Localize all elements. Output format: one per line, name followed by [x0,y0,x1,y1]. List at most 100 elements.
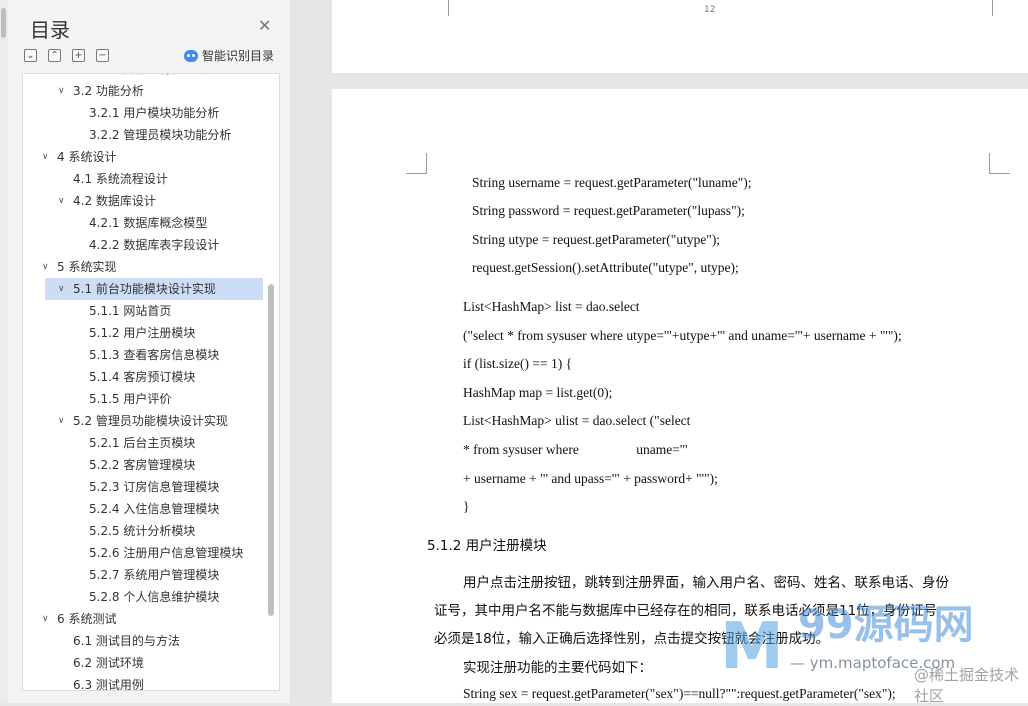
remove-heading-button[interactable]: − [96,49,109,62]
toc-item-label: 3.2.2 管理员模块功能分析 [89,128,232,142]
toc-item[interactable]: 5.1.2 用户注册模块 [23,322,263,344]
chevron-down-icon[interactable]: ∨ [42,608,49,630]
toc-item-label: 6 系统测试 [57,612,117,626]
toc-item-label: 3.1.4 操作可行性分析 [89,74,207,80]
code-intro: 实现注册功能的主要代码如下： [463,660,652,676]
toc-item[interactable]: 5.2.2 客房管理模块 [23,454,263,476]
code-line: HashMap map = list.get(0); [463,385,613,400]
code-line: String utype = request.getParameter("uty… [472,232,721,247]
toc-item[interactable]: 5.2.6 注册用户信息管理模块 [23,542,263,564]
toc-item[interactable]: 3.2.2 管理员模块功能分析 [23,124,263,146]
toc-item[interactable]: ∨ 4.2 数据库设计 [23,190,263,212]
code-line: String username = request.getParameter("… [472,175,752,190]
strip-handle[interactable] [1,8,6,38]
toc-title: 目录 [30,18,70,42]
toc-item-label: 4 系统设计 [57,150,117,164]
toc-item[interactable]: 5.2.5 统计分析模块 [23,520,263,542]
toc-item[interactable]: 4.2.2 数据库表字段设计 [23,234,263,256]
toc-item-label: 5.2.8 个人信息维护模块 [89,590,220,604]
margin-mark [992,0,1013,16]
toc-item-label: 5.1.1 网站首页 [89,304,172,318]
toc-item-label: 5.2.6 注册用户信息管理模块 [89,546,244,560]
toc-item-label: 5.2.7 系统用户管理模块 [89,568,220,582]
toc-item[interactable]: 5.2.8 个人信息维护模块 [23,586,263,608]
paragraph-line: 必须是18位，输入正确后选择性别，点击提交按钮就会注册成功。 [434,631,830,647]
toc-item[interactable]: 5.2.1 后台主页模块 [23,432,263,454]
chevron-down-icon[interactable]: ∨ [58,80,65,102]
margin-mark [428,0,449,16]
toc-item[interactable]: 3.2.1 用户模块功能分析 [23,102,263,124]
toc-item[interactable]: 5.1.3 查看客房信息模块 [23,344,263,366]
smart-toc-button[interactable]: 智能识别目录 [184,47,274,64]
toc-item-label: 5.1.2 用户注册模块 [89,326,196,340]
chevron-down-icon[interactable]: ∨ [42,146,49,168]
toc-item[interactable]: 4.2.1 数据库概念模型 [23,212,263,234]
toc-item[interactable]: 6.3 测试用例 [23,674,263,691]
code-line: + username + "' and upass='" + password+… [463,471,718,486]
toc-item[interactable]: ∨ 3.2 功能分析 [23,80,263,102]
toc-item-label: 5.2 管理员功能模块设计实现 [73,414,228,428]
toc-item-label: 6.2 测试环境 [73,656,144,670]
collapse-all-button[interactable]: ⌄ [24,49,37,62]
toc-item[interactable]: ∨ 5.1 前台功能模块设计实现 [45,278,263,300]
toc-item-label: 5.1.5 用户评价 [89,392,172,406]
toc-item[interactable]: 5.1.5 用户评价 [23,388,263,410]
toc-item[interactable]: 6.1 测试目的与方法 [23,630,263,652]
toc-item-label: 6.1 测试目的与方法 [73,634,180,648]
document-area: 12 String username = request.getParamete… [290,0,1028,703]
code-line: } [463,499,470,514]
toc-item-label: 5.1.3 查看客房信息模块 [89,348,220,362]
code-line: String password = request.getParameter("… [472,203,745,218]
previous-page: 12 [332,0,1028,73]
toc-item-label: 5.2.2 客房管理模块 [89,458,196,472]
code-line: * from sysuser where uname='" [463,442,688,457]
toc-item[interactable]: ∨ 6 系统测试 [23,608,263,630]
toc-item-label: 5.2.5 统计分析模块 [89,524,196,538]
toc-item[interactable]: 5.1.1 网站首页 [23,300,263,322]
toc-item-label: 3.2.1 用户模块功能分析 [89,106,220,120]
left-scroll-strip [0,0,8,703]
expand-up-button[interactable]: ⌃ [48,49,61,62]
toc-pane: 目录 ✕ ⌄ ⌃ + − 智能识别目录 3.1.4 操作可行性分析 ∨ 3.2 功能… [8,0,290,703]
toc-item-label: 5.2.4 入住信息管理模块 [89,502,220,516]
toc-item-label: 6.3 测试用例 [73,678,144,691]
toc-item[interactable]: 4.1 系统流程设计 [23,168,263,190]
toc-item[interactable]: 6.2 测试环境 [23,652,263,674]
paragraph-line: 用户点击注册按钮，跳转到注册界面，输入用户名、密码、姓名、联系电话、身份 [463,575,949,591]
close-icon[interactable]: ✕ [258,16,271,35]
toc-item[interactable]: 5.2.7 系统用户管理模块 [23,564,263,586]
paragraph-line: 证号，其中用户名不能与数据库中已经存在的相同，联系电话必须是11位，身份证号 [434,603,938,619]
toc-item[interactable]: ∨ 5.2 管理员功能模块设计实现 [23,410,263,432]
toc-scrollbar[interactable] [268,284,274,616]
code-line: List<HashMap> ulist = dao.select ("selec… [463,413,691,428]
toc-list: 3.1.4 操作可行性分析 ∨ 3.2 功能分析 3.2.1 用户模块功能分析 3.2.… [22,73,280,691]
chevron-down-icon[interactable]: ∨ [58,278,65,300]
code-line: request.getSession().setAttribute("utype… [472,260,739,275]
toc-item[interactable]: 5.2.3 订房信息管理模块 [23,476,263,498]
toc-item-label: 5 系统实现 [57,260,117,274]
toc-item[interactable]: ∨ 4 系统设计 [23,146,263,168]
toc-item[interactable]: ∨ 5 系统实现 [23,256,263,278]
toc-item-label: 4.2 数据库设计 [73,194,156,208]
code-line: String sex = request.getParameter("sex")… [463,686,896,701]
toc-item-label: 3.2 功能分析 [73,84,144,98]
chevron-down-icon[interactable]: ∨ [58,190,65,212]
toc-item[interactable]: 3.1.4 操作可行性分析 [23,74,263,80]
ai-robot-icon [184,49,198,62]
toc-item-label: 5.2.3 订房信息管理模块 [89,480,220,494]
toc-item-label: 5.2.1 后台主页模块 [89,436,196,450]
toc-item[interactable]: 5.2.4 入住信息管理模块 [23,498,263,520]
section-heading: 5.1.2 用户注册模块 [427,538,547,554]
chevron-down-icon[interactable]: ∨ [42,256,49,278]
chevron-down-icon[interactable]: ∨ [58,410,65,432]
code-line: List<HashMap> list = dao.select [463,299,640,314]
toc-item-label: 5.1.4 客房预订模块 [89,370,196,384]
add-heading-button[interactable]: + [72,49,85,62]
toc-item-label: 4.1 系统流程设计 [73,172,168,186]
code-line: if (list.size() == 1) { [463,356,573,371]
toc-item-label: 5.1 前台功能模块设计实现 [73,282,216,296]
toc-item-label: 4.2.2 数据库表字段设计 [89,238,220,252]
current-page: String username = request.getParameter("… [332,89,1028,703]
toc-item-label: 4.2.1 数据库概念模型 [89,216,208,230]
toc-item[interactable]: 5.1.4 客房预订模块 [23,366,263,388]
